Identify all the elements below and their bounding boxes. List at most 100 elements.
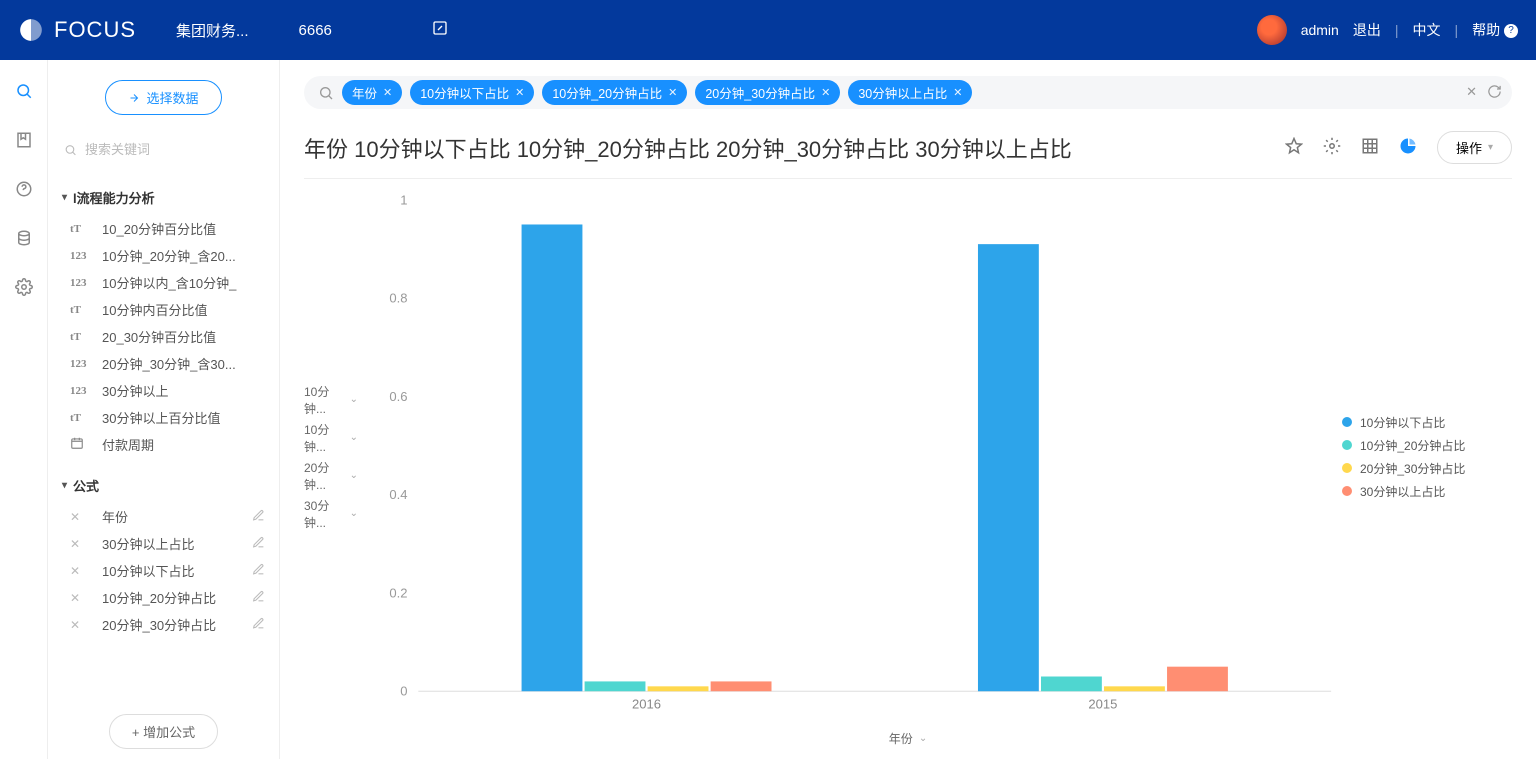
formula-item[interactable]: ✕20分钟_30分钟占比 [62,611,265,638]
legend: 10分钟以下占比 10分钟_20分钟占比 20分钟_30分钟占比 30分钟以上占比 [1342,189,1512,724]
y-axis-series-label[interactable]: 30分钟...⌄ [304,497,358,531]
chip-remove-icon[interactable]: ✕ [383,86,392,99]
operations-button[interactable]: 操作▾ [1437,131,1512,164]
group-1-header[interactable]: ▾l流程能力分析 [62,188,265,207]
edit-formula-icon[interactable] [252,617,265,633]
plot[interactable]: 00.20.40.60.8120162015 [364,189,1342,724]
side-search-input[interactable] [83,141,263,158]
edit-formula-icon[interactable] [252,536,265,552]
search-icon [64,143,77,157]
bar[interactable] [585,681,646,691]
help-link[interactable]: 帮助 ? [1472,20,1518,40]
table-icon[interactable] [1361,137,1379,158]
formula-label: 10分钟以下占比 [102,561,244,580]
chip-label: 10分钟_20分钟占比 [552,83,662,102]
svg-text:0.2: 0.2 [389,585,407,600]
rail-database-icon[interactable] [15,229,33,250]
pin-icon[interactable] [1285,137,1303,158]
chip-label: 30分钟以上占比 [858,83,947,102]
field-item[interactable]: 12330分钟以上 [62,377,265,404]
chart-toolbar [1285,137,1417,158]
chip-remove-icon[interactable]: ✕ [821,86,830,99]
page-title: 年份 10分钟以下占比 10分钟_20分钟占比 20分钟_30分钟占比 30分钟… [304,132,1273,164]
bar[interactable] [648,686,709,691]
field-label: 10分钟内百分比值 [102,300,265,319]
query-chip[interactable]: 10分钟以下占比✕ [410,80,534,105]
breadcrumb-page[interactable]: 6666 [299,22,332,39]
field-item[interactable]: tT30分钟以上百分比值 [62,404,265,431]
user-name[interactable]: admin [1301,22,1339,38]
clear-icon[interactable]: ✕ [1466,84,1477,102]
brand-text: FOCUS [54,17,136,43]
header-right: admin 退出 | 中文 | 帮助 ? [1257,15,1518,45]
field-type-icon [70,436,94,453]
edit-formula-icon[interactable] [252,590,265,606]
bar[interactable] [1104,686,1165,691]
legend-item[interactable]: 10分钟_20分钟占比 [1342,437,1512,454]
rail-bookmark-icon[interactable] [15,131,33,152]
field-label: 30分钟以上百分比值 [102,408,265,427]
select-data-button[interactable]: 选择数据 [105,80,221,115]
add-formula-button[interactable]: + 增加公式 [109,714,218,749]
fields-list-1: tT10_20分钟百分比值12310分钟_20分钟_含20...12310分钟以… [62,215,265,458]
formula-item[interactable]: ✕30分钟以上占比 [62,530,265,557]
bar[interactable] [1167,667,1228,692]
formula-item[interactable]: ✕年份 [62,503,265,530]
bar[interactable] [1041,677,1102,692]
chip-remove-icon[interactable]: ✕ [515,86,524,99]
remove-icon[interactable]: ✕ [70,510,94,524]
field-type-icon: 123 [70,277,94,289]
chart-icon[interactable] [1399,137,1417,158]
field-item[interactable]: tT20_30分钟百分比值 [62,323,265,350]
bar[interactable] [978,244,1039,691]
query-chip[interactable]: 30分钟以上占比 ✕ [848,80,972,105]
left-rail [0,60,48,759]
rail-search-icon[interactable] [15,82,33,103]
query-bar[interactable]: 年份✕10分钟以下占比✕10分钟_20分钟占比✕20分钟_30分钟占比✕30分钟… [304,76,1512,109]
remove-icon[interactable]: ✕ [70,564,94,578]
query-chip[interactable]: 10分钟_20分钟占比 ✕ [542,80,687,105]
rail-settings-icon[interactable] [15,278,33,299]
remove-icon[interactable]: ✕ [70,618,94,632]
legend-item[interactable]: 20分钟_30分钟占比 [1342,460,1512,477]
field-item[interactable]: 12310分钟以内_含10分钟_ [62,269,265,296]
chip-remove-icon[interactable]: ✕ [953,86,962,99]
field-item[interactable]: 12320分钟_30分钟_含30... [62,350,265,377]
field-item[interactable]: 12310分钟_20分钟_含20... [62,242,265,269]
gear-icon[interactable] [1323,137,1341,158]
query-chips: 年份✕10分钟以下占比✕10分钟_20分钟占比✕20分钟_30分钟占比✕30分钟… [342,80,1458,105]
field-item[interactable]: tT10_20分钟百分比值 [62,215,265,242]
legend-item[interactable]: 10分钟以下占比 [1342,414,1512,431]
x-axis-label[interactable]: 年份⌄ [304,724,1512,759]
breadcrumb-project[interactable]: 集团财务... [176,20,249,41]
avatar[interactable] [1257,15,1287,45]
legend-item[interactable]: 30分钟以上占比 [1342,483,1512,500]
logo-icon [18,17,44,43]
chip-label: 年份 [352,83,377,102]
side-search[interactable] [62,137,265,170]
formula-item[interactable]: ✕ 10分钟以下占比 [62,557,265,584]
edit-icon[interactable] [432,20,448,40]
refresh-icon[interactable] [1487,84,1502,102]
group-2-header[interactable]: ▾公式 [62,476,265,495]
remove-icon[interactable]: ✕ [70,537,94,551]
svg-text:0.8: 0.8 [389,291,407,306]
rail-help-icon[interactable] [15,180,33,201]
lang-link[interactable]: 中文 [1412,20,1440,40]
bar[interactable] [522,224,583,691]
chip-remove-icon[interactable]: ✕ [668,86,677,99]
search-icon [318,85,334,101]
logout-link[interactable]: 退出 [1353,20,1381,40]
edit-formula-icon[interactable] [252,509,265,525]
field-item[interactable]: 付款周期 [62,431,265,458]
formula-item[interactable]: ✕10分钟_20分钟占比 [62,584,265,611]
query-chip[interactable]: 20分钟_30分钟占比✕ [695,80,840,105]
y-axis-series-label[interactable]: 10分钟...⌄ [304,421,358,455]
query-chip[interactable]: 年份 ✕ [342,80,402,105]
edit-formula-icon[interactable] [252,563,265,579]
field-item[interactable]: tT10分钟内百分比值 [62,296,265,323]
y-axis-series-label[interactable]: 10分钟...⌄ [304,383,358,417]
y-axis-series-label[interactable]: 20分钟...⌄ [304,459,358,493]
remove-icon[interactable]: ✕ [70,591,94,605]
bar[interactable] [711,681,772,691]
